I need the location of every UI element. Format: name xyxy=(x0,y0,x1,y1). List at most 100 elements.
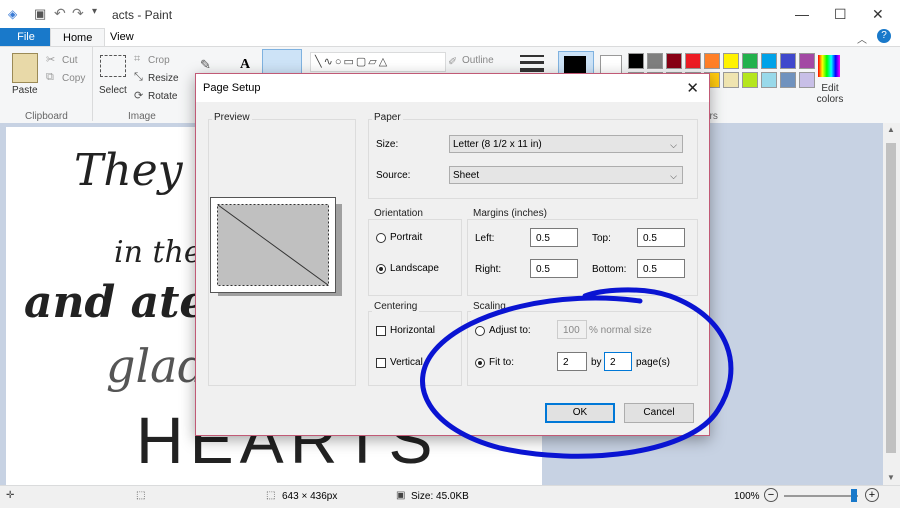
margin-left-label: Left: xyxy=(475,233,495,244)
text-tool-icon[interactable]: A xyxy=(240,57,250,73)
save-icon[interactable]: ▣ xyxy=(34,6,46,22)
collapse-ribbon-icon[interactable]: ︿ xyxy=(857,31,867,46)
horizontal-checkbox[interactable] xyxy=(376,326,386,336)
palette-swatch[interactable] xyxy=(761,72,777,88)
scroll-down-icon[interactable]: ▼ xyxy=(887,473,895,482)
window-title: acts - Paint xyxy=(112,8,173,22)
zoom-in-icon[interactable]: + xyxy=(865,488,879,502)
vertical-scrollbar[interactable]: ▲ ▼ xyxy=(883,123,900,485)
canvas-text-line-3: and ate xyxy=(24,277,208,328)
orientation-label: Orientation xyxy=(372,208,425,219)
palette-swatch[interactable] xyxy=(799,72,815,88)
fit-to-radio[interactable] xyxy=(475,358,485,368)
chevron-down-icon: ⌵ xyxy=(670,171,677,181)
image-group-label: Image xyxy=(128,111,156,122)
select-button[interactable]: Select xyxy=(99,85,127,96)
palette-swatch[interactable] xyxy=(704,53,720,69)
margin-bottom-input[interactable]: 0.5 xyxy=(637,259,685,278)
centering-group xyxy=(368,311,462,386)
resize-button[interactable]: Resize xyxy=(148,73,179,84)
fit-to-label[interactable]: Fit to: xyxy=(489,357,514,368)
margin-right-input[interactable]: 0.5 xyxy=(530,259,578,278)
pencil-icon[interactable]: ✎ xyxy=(200,57,211,73)
undo-icon[interactable]: ↶ xyxy=(54,5,66,22)
preview-label: Preview xyxy=(212,112,252,123)
palette-swatch[interactable] xyxy=(685,53,701,69)
cursor-position-icon: ✛ xyxy=(6,490,15,501)
palette-swatch[interactable] xyxy=(647,53,663,69)
outline-button[interactable]: Outline xyxy=(462,55,494,66)
palette-swatch[interactable] xyxy=(666,53,682,69)
file-size: Size: 45.0KB xyxy=(411,491,469,502)
minimize-icon[interactable]: — xyxy=(795,6,809,22)
adjust-to-label[interactable]: Adjust to: xyxy=(489,325,531,336)
fit-tall-input[interactable]: 2 xyxy=(604,352,632,371)
zoom-level: 100% xyxy=(734,491,760,502)
margin-top-input[interactable]: 0.5 xyxy=(637,228,685,247)
cancel-button[interactable]: Cancel xyxy=(624,403,694,423)
dialog-close-icon[interactable]: ✕ xyxy=(686,79,699,97)
adjust-to-input[interactable]: 100 xyxy=(557,320,587,339)
landscape-label[interactable]: Landscape xyxy=(390,263,439,274)
zoom-out-icon[interactable]: − xyxy=(764,488,778,502)
ribbon-tabs: File Home View ︿ ? xyxy=(0,28,900,48)
vertical-label[interactable]: Vertical xyxy=(390,357,423,368)
close-window-icon[interactable]: ✕ xyxy=(872,6,884,23)
crop-button[interactable]: Crop xyxy=(148,55,170,66)
tab-view[interactable]: View xyxy=(98,28,146,47)
copy-button[interactable]: Copy xyxy=(62,73,85,84)
maximize-icon[interactable]: ☐ xyxy=(834,6,847,23)
adjust-to-radio[interactable] xyxy=(475,326,485,336)
size-icon[interactable] xyxy=(520,55,544,57)
palette-swatch[interactable] xyxy=(742,53,758,69)
edit-colors-button[interactable]: Edit colors xyxy=(814,83,846,105)
fit-wide-input[interactable]: 2 xyxy=(557,352,587,371)
palette-swatch[interactable] xyxy=(780,72,796,88)
rotate-button[interactable]: Rotate xyxy=(148,91,177,102)
preview-printable-area xyxy=(217,204,329,286)
zoom-slider[interactable] xyxy=(784,489,858,502)
palette-swatch[interactable] xyxy=(628,53,644,69)
scrollbar-thumb[interactable] xyxy=(886,143,896,453)
zoom-slider-thumb[interactable] xyxy=(851,489,857,502)
select-icon[interactable] xyxy=(100,55,126,77)
dialog-title: Page Setup xyxy=(203,82,261,94)
portrait-label[interactable]: Portrait xyxy=(390,232,422,243)
size-label: Size: xyxy=(376,139,399,150)
edit-colors-icon[interactable] xyxy=(818,55,840,77)
help-icon[interactable]: ? xyxy=(877,29,891,43)
vertical-checkbox[interactable] xyxy=(376,358,386,368)
palette-swatch[interactable] xyxy=(742,72,758,88)
paste-icon[interactable] xyxy=(12,53,38,83)
margin-left-input[interactable]: 0.5 xyxy=(530,228,578,247)
cut-button[interactable]: Cut xyxy=(62,55,78,66)
orientation-group xyxy=(368,219,462,296)
paper-size-select[interactable]: Letter (8 1/2 x 11 in) ⌵ xyxy=(449,135,683,153)
scroll-up-icon[interactable]: ▲ xyxy=(887,125,895,134)
palette-swatch[interactable] xyxy=(723,72,739,88)
ok-button[interactable]: OK xyxy=(545,403,615,423)
resize-icon: ⤡ xyxy=(134,71,143,83)
cut-icon: ✂ xyxy=(46,54,56,66)
margin-right-label: Right: xyxy=(475,264,502,275)
landscape-radio[interactable] xyxy=(376,264,386,274)
group-divider xyxy=(92,47,93,121)
canvas-text-line-2: in the xyxy=(114,235,202,270)
palette-swatch[interactable] xyxy=(780,53,796,69)
palette-swatch[interactable] xyxy=(723,53,739,69)
tab-file[interactable]: File xyxy=(0,28,52,47)
paper-label: Paper xyxy=(372,112,403,123)
redo-icon[interactable]: ↷ xyxy=(72,5,84,22)
rotate-icon: ⟳ xyxy=(134,90,144,102)
portrait-radio[interactable] xyxy=(376,233,386,243)
horizontal-label[interactable]: Horizontal xyxy=(390,325,435,336)
palette-swatch[interactable] xyxy=(761,53,777,69)
paper-group xyxy=(368,119,698,199)
pages-label: page(s) xyxy=(636,357,670,368)
paper-source-select[interactable]: Sheet ⌵ xyxy=(449,166,683,184)
selection-size-icon: ⬚ xyxy=(136,490,146,501)
palette-swatch[interactable] xyxy=(799,53,815,69)
paste-button[interactable]: Paste xyxy=(12,85,38,96)
quick-access-dropdown-icon[interactable]: ▾ xyxy=(92,6,97,17)
shapes-gallery[interactable]: ╲∿○▭▢▱△ xyxy=(310,52,446,72)
